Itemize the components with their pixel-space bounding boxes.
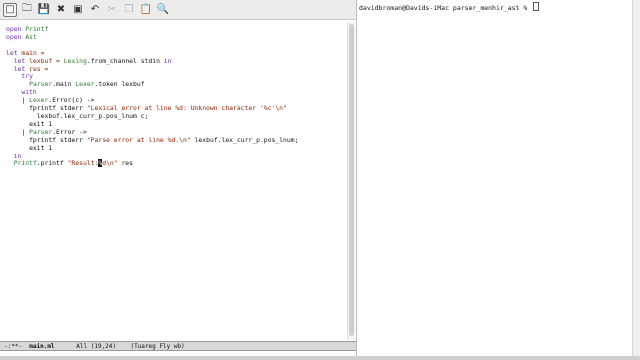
modeline-status: -:**- [4, 343, 30, 350]
code-editor[interactable]: open Printf open Ast let main = let lexb… [6, 25, 346, 168]
code-line: Printf.printf "Result:%d\n" res [13, 159, 133, 168]
copy-icon[interactable]: ❐ [122, 3, 136, 17]
open-folder-icon[interactable]: 🗀 [20, 3, 34, 17]
save-icon[interactable]: 💾 [37, 3, 51, 17]
close-icon[interactable]: ✖ [54, 3, 68, 17]
terminal-cursor [533, 2, 540, 11]
code-line: with [6, 88, 37, 97]
modeline-position: All (19,24) (Tuareg Fly wb) [54, 343, 185, 350]
search-icon[interactable]: 🔍 [156, 3, 170, 17]
terminal-prompt: davidbroman@Davids-iMac parser_menhir_as… [359, 4, 532, 12]
code-line: | Parser.Error -> [6, 127, 87, 136]
terminal-window[interactable]: davidbroman@Davids-iMac parser_menhir_as… [357, 0, 632, 356]
code-line: open Printf [6, 25, 49, 33]
code-line: let lexbuf = Lexing.from_channel stdin i… [6, 56, 172, 65]
terminal-prompt-line: davidbroman@Davids-iMac parser_menhir_as… [359, 2, 540, 13]
code-line: let res = [6, 64, 49, 73]
code-line: Parser.main Lexer.token lexbuf [29, 80, 145, 89]
cut-icon[interactable]: ✂ [105, 3, 119, 17]
code-line: in [6, 151, 22, 160]
code-line: exit 1 [6, 119, 53, 128]
terminal-scrollbar[interactable] [632, 0, 640, 356]
editor-scrollbar[interactable] [347, 22, 355, 340]
code-line: let main = [6, 48, 45, 57]
new-file-icon[interactable]: □ [3, 2, 17, 17]
code-line: exit 1 [6, 143, 53, 152]
emacs-window: □ 🗀 💾 ✖ ▣ ↶ ✂ ❐ 📋 🔍 open Printf open Ast… [0, 0, 357, 356]
screen-bottom-edge [0, 356, 640, 360]
undo-icon[interactable]: ↶ [88, 3, 102, 17]
mode-line: -:**- main.ml All (19,24) (Tuareg Fly wb… [0, 341, 356, 351]
paste-icon[interactable]: 📋 [139, 3, 153, 17]
code-line: | Lexer.Error(c) -> [6, 96, 95, 105]
save-as-icon[interactable]: ▣ [71, 3, 85, 17]
code-line: fprintf stderr "Lexical error at line %d… [6, 104, 287, 113]
code-line: fprintf stderr "Parse error at line %d.\… [6, 135, 299, 144]
code-line: lexbuf.lex_curr_p.pos_lnum c; [6, 111, 149, 120]
code-line: try [6, 72, 33, 81]
scrollbar-thumb[interactable] [349, 24, 354, 336]
modeline-buffer-name[interactable]: main.ml [29, 343, 54, 350]
code-line: open Ast [6, 32, 37, 41]
emacs-toolbar: □ 🗀 💾 ✖ ▣ ↶ ✂ ❐ 📋 🔍 [0, 0, 356, 20]
